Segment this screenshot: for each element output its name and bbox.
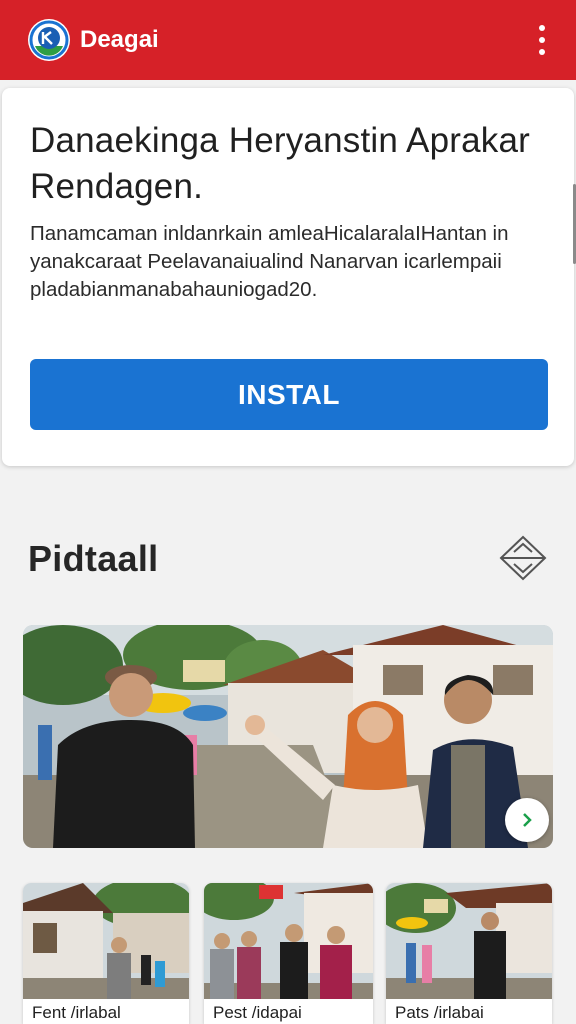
install-card: Danaekinga Heryanstin Aprakar Rendagen. … xyxy=(2,88,574,466)
thumbnail-card[interactable]: Pest /idapai xyxy=(204,883,373,1024)
main-photo[interactable] xyxy=(23,625,553,848)
card-description: Паnamcaman inldanrkain amleaHicalaralaIH… xyxy=(30,222,509,301)
app-bar: Deagai xyxy=(0,0,576,80)
card-title: Danaekinga Heryanstin Aprakar Rendagen. xyxy=(30,121,530,206)
thumbnail-card[interactable]: Fent /irlabal xyxy=(23,883,189,1024)
more-vert-icon[interactable] xyxy=(530,18,554,62)
app-title: Deagai xyxy=(80,26,159,53)
app-logo-icon[interactable] xyxy=(28,19,70,61)
install-button[interactable]: INSTAL xyxy=(30,359,548,430)
chevron-right-icon[interactable] xyxy=(505,798,549,842)
thumbnail-label: Fent /irlabal xyxy=(32,1003,121,1022)
thumbnail-label: Pest /idapai xyxy=(213,1003,302,1022)
thumbnail-label: Pats /irlabai xyxy=(395,1003,484,1022)
thumbnail-card[interactable]: Pats /irlabai xyxy=(386,883,552,1024)
expand-diamond-icon[interactable] xyxy=(498,534,548,582)
section-title: Pidtaall xyxy=(28,538,159,579)
